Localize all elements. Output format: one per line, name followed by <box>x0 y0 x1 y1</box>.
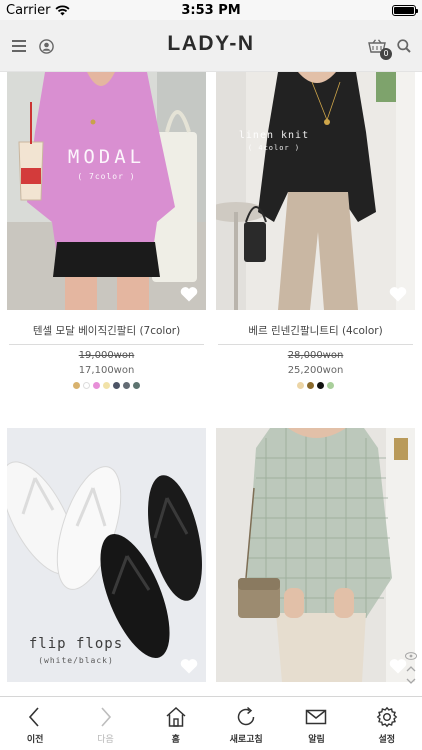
bottom-toolbar: 이전 다음 홈 새로고침 알림 설정 <box>0 696 422 750</box>
nav-home-button[interactable]: 홈 <box>141 697 211 750</box>
product-image <box>7 72 206 310</box>
divider <box>9 344 204 345</box>
product-photo[interactable]: flip flops (white/black) <box>7 428 206 682</box>
color-swatch <box>297 382 304 389</box>
color-swatch <box>327 382 334 389</box>
nav-notifications-button[interactable]: 알림 <box>281 697 351 750</box>
nav-label: 홈 <box>171 735 180 745</box>
nav-label: 이전 <box>26 735 44 745</box>
photo-subtitle: ( 4color ) <box>247 144 301 152</box>
product-photo[interactable]: MODAL ( 7color ) <box>7 72 206 310</box>
sale-price: 17,100won <box>78 365 135 376</box>
nav-forward-button[interactable]: 다음 <box>70 697 140 750</box>
product-card[interactable]: MODAL ( 7color ) 텐셀 모달 베이직긴팔티 (7color) 1… <box>7 72 206 389</box>
cart-count-badge: 0 <box>380 48 392 60</box>
wifi-icon <box>55 4 70 15</box>
status-left: Carrier <box>6 3 70 18</box>
product-photo[interactable] <box>216 428 415 682</box>
product-list: MODAL ( 7color ) 텐셀 모달 베이직긴팔티 (7color) 1… <box>0 72 422 696</box>
scroll-up-icon[interactable] <box>406 666 416 672</box>
product-card[interactable]: flip flops (white/black) <box>7 428 206 682</box>
battery-fill <box>394 6 414 14</box>
original-price: 19,000won <box>78 350 135 361</box>
color-swatch <box>317 382 324 389</box>
nav-refresh-button[interactable]: 새로고침 <box>211 697 281 750</box>
color-swatch <box>93 382 100 389</box>
photo-subtitle: (white/black) <box>38 656 114 665</box>
nav-settings-button[interactable]: 설정 <box>352 697 422 750</box>
product-image <box>216 428 415 682</box>
product-image <box>216 72 415 310</box>
battery-icon <box>392 4 418 16</box>
settings-icon <box>376 706 398 728</box>
nav-label: 알림 <box>308 735 325 745</box>
home-icon <box>166 706 186 727</box>
app-logo: LADY-N <box>167 32 255 55</box>
nav-label: 새로고침 <box>229 735 263 745</box>
wishlist-heart-icon[interactable] <box>389 286 407 302</box>
color-swatch <box>123 382 130 389</box>
scroll-controls[interactable] <box>402 652 420 696</box>
product-name[interactable]: 베르 린넨긴팔니트티 (4color) <box>216 323 415 337</box>
photo-title: flip flops <box>28 636 124 652</box>
color-swatch <box>307 382 314 389</box>
account-icon[interactable] <box>35 35 57 57</box>
eye-icon <box>405 652 417 660</box>
product-name[interactable]: 텐셀 모달 베이직긴팔티 (7color) <box>7 323 206 337</box>
color-swatches <box>7 382 206 389</box>
color-swatch <box>83 382 90 389</box>
product-card[interactable]: linen knit ( 4color ) 베르 린넨긴팔니트티 (4color… <box>216 72 415 389</box>
app-header: LADY-N 0 <box>0 20 422 72</box>
forward-arrow-icon <box>101 707 112 727</box>
carrier-label: Carrier <box>6 2 51 18</box>
color-swatch <box>103 382 110 389</box>
menu-icon[interactable] <box>8 35 30 57</box>
product-card[interactable] <box>216 428 415 682</box>
photo-title: linen knit <box>238 130 310 141</box>
color-swatch <box>73 382 80 389</box>
back-arrow-icon <box>29 707 39 727</box>
color-swatch <box>133 382 140 389</box>
mail-icon <box>306 709 327 725</box>
search-icon[interactable] <box>393 35 415 57</box>
sale-price: 25,200won <box>287 365 344 376</box>
wishlist-heart-icon[interactable] <box>180 658 198 674</box>
original-price: 28,000won <box>287 350 344 361</box>
photo-subtitle: ( 7color ) <box>77 172 136 181</box>
product-photo[interactable]: linen knit ( 4color ) <box>216 72 415 310</box>
color-swatch <box>113 382 120 389</box>
color-swatches <box>216 382 415 389</box>
photo-title: MODAL <box>67 146 146 168</box>
nav-back-button[interactable]: 이전 <box>0 697 70 750</box>
cart-icon[interactable]: 0 <box>366 35 392 60</box>
scroll-down-icon[interactable] <box>406 678 416 684</box>
nav-label: 설정 <box>378 735 396 745</box>
status-bar: Carrier 3:53 PM <box>0 0 422 20</box>
wishlist-heart-icon[interactable] <box>180 286 198 302</box>
refresh-icon <box>237 706 255 726</box>
divider <box>218 344 413 345</box>
nav-label: 다음 <box>97 735 114 745</box>
